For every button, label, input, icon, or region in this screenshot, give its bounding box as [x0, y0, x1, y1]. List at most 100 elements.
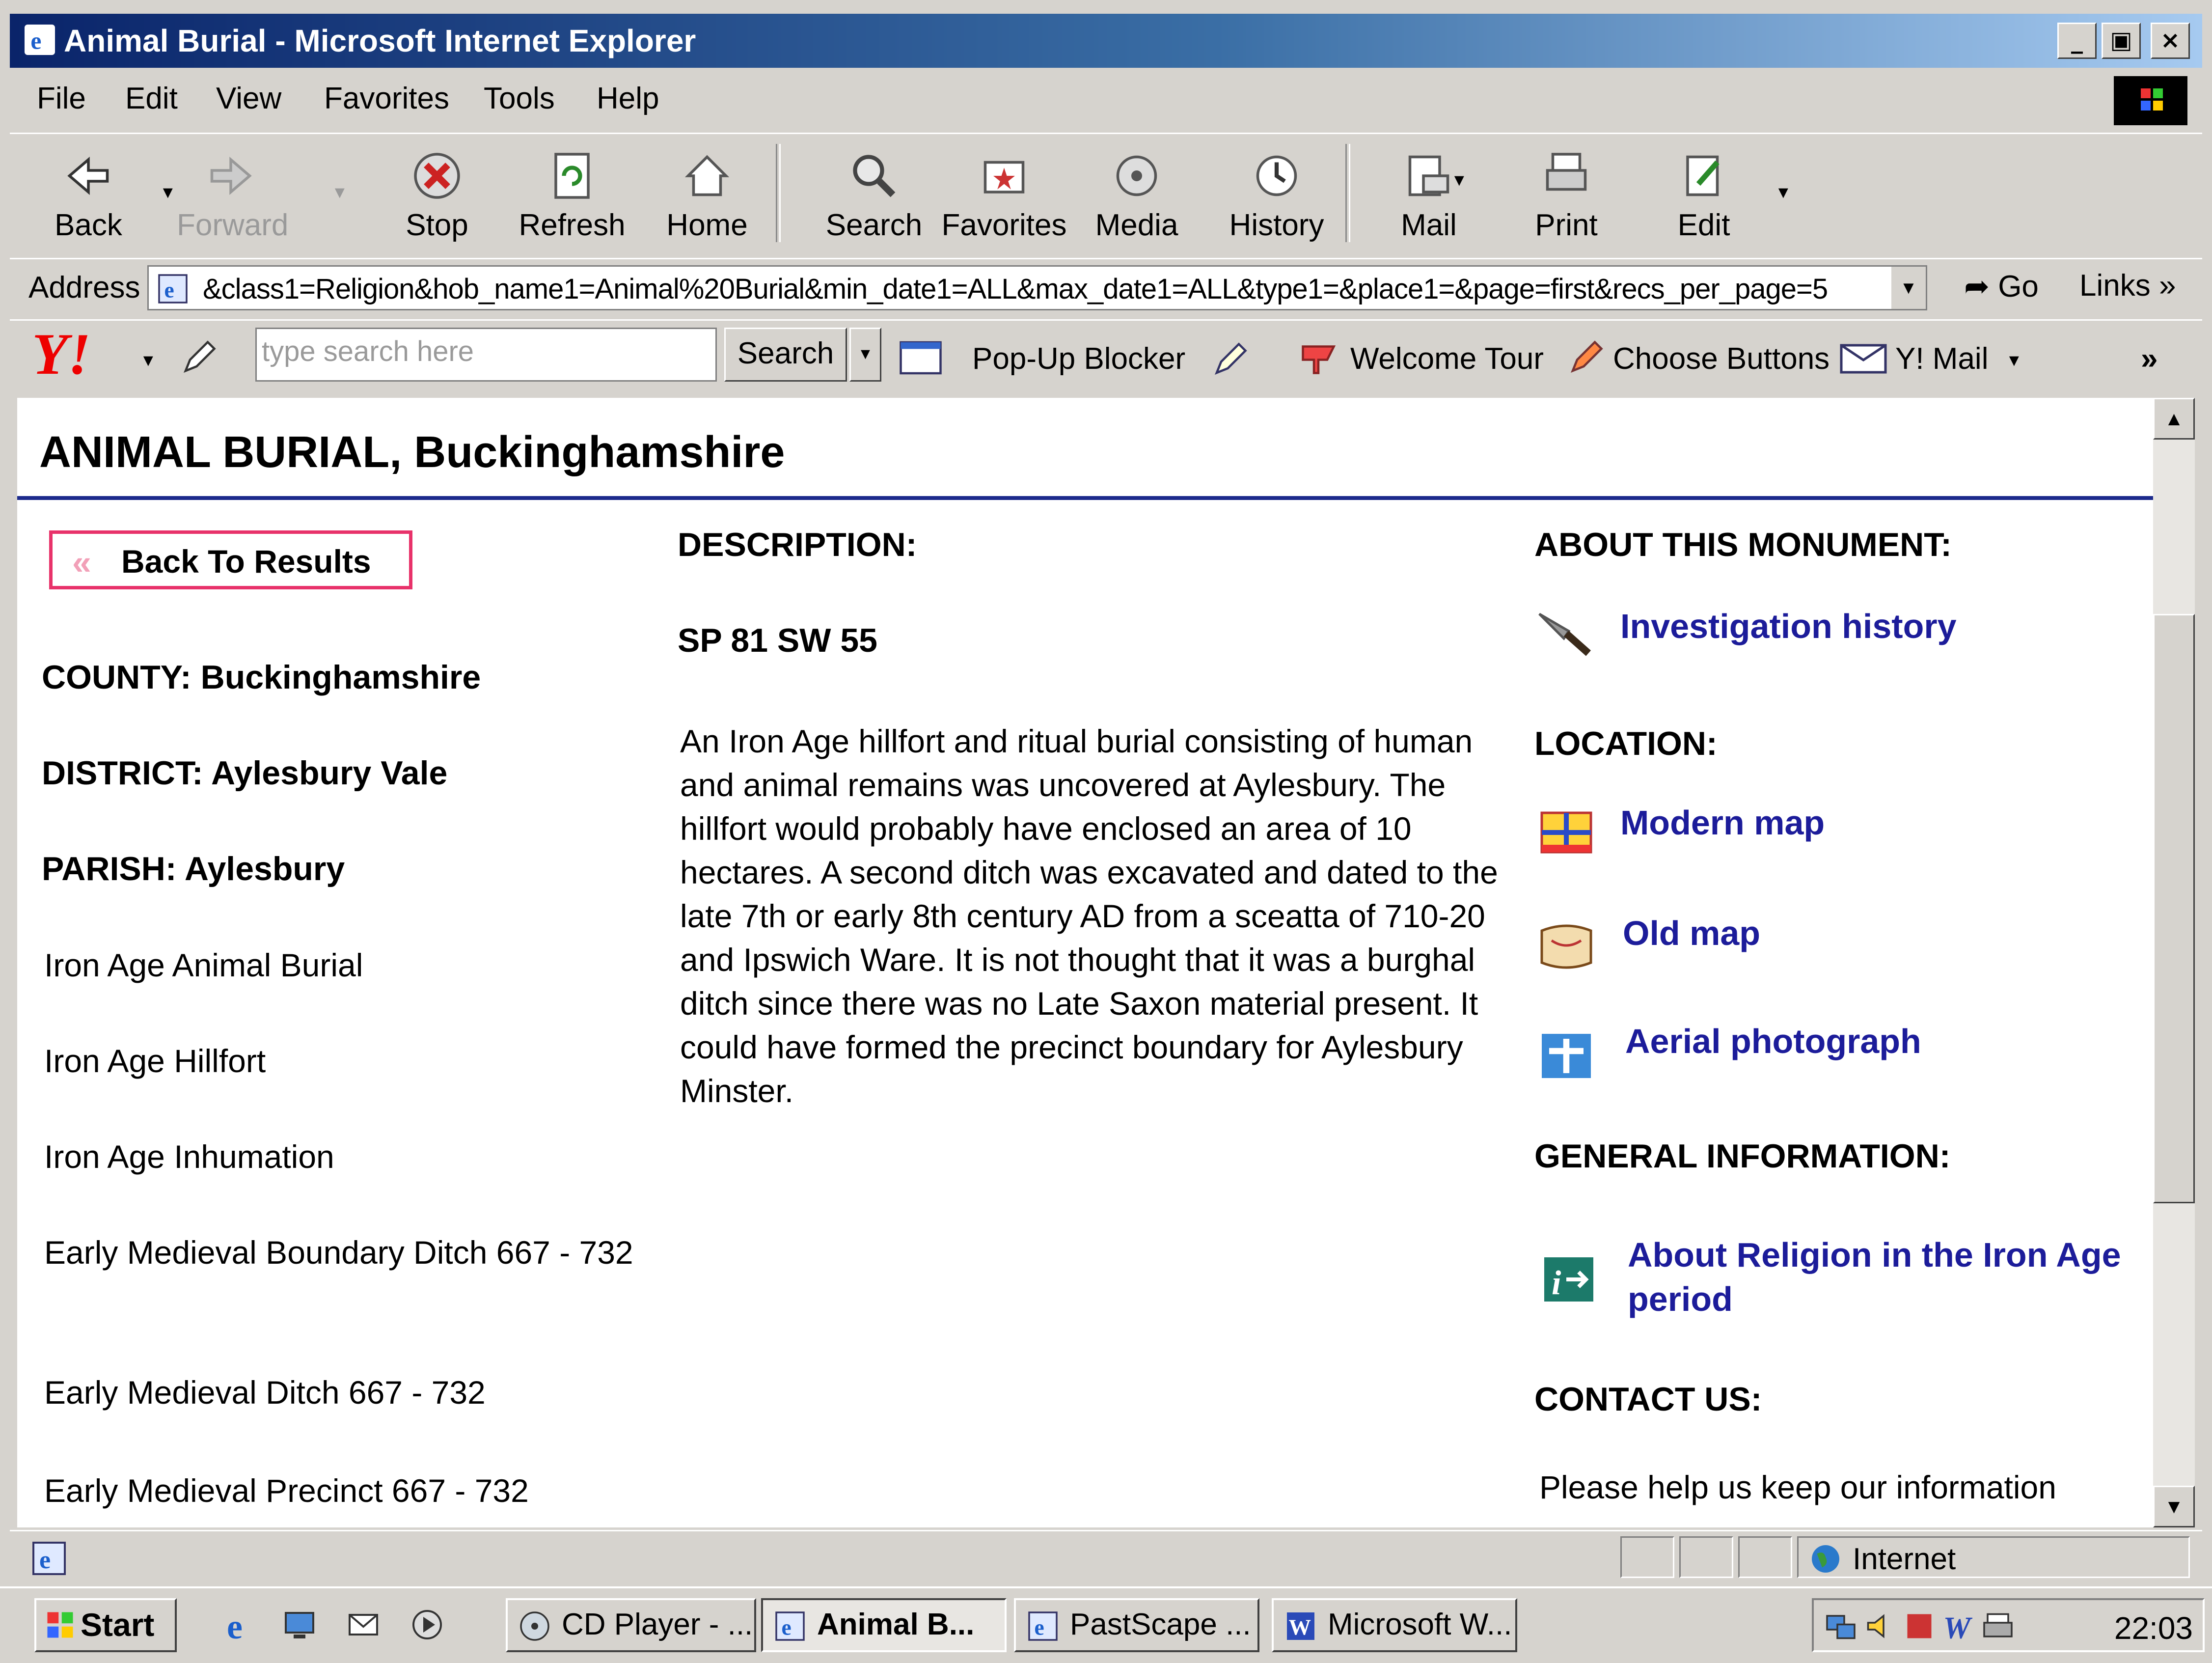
popup-window-icon — [900, 341, 942, 375]
menu-view[interactable]: View — [216, 81, 281, 116]
search-button[interactable]: Search — [810, 149, 938, 247]
network-tray-icon[interactable] — [1824, 1609, 1858, 1643]
address-url: &class1=Religion&hob_name1=Animal%20Buri… — [203, 273, 1828, 305]
search-dropdown-icon[interactable]: ▼ — [849, 328, 881, 382]
yahoo-search-input[interactable]: type search here — [255, 328, 717, 382]
stop-icon — [414, 153, 460, 199]
classification-item: Early Medieval Boundary Ditch 667 - 732 — [44, 1234, 633, 1271]
ie-task-icon: e — [1028, 1611, 1058, 1641]
menu-help[interactable]: Help — [597, 81, 659, 116]
home-button[interactable]: Home — [653, 149, 761, 247]
favorites-button[interactable]: Favorites — [938, 149, 1070, 247]
start-button[interactable]: Start — [34, 1598, 177, 1652]
back-arrow-icon — [67, 157, 109, 195]
scroll-up-icon[interactable]: ▲ — [2153, 398, 2195, 440]
task-animal-burial[interactable]: e Animal B... — [761, 1598, 1007, 1652]
title-bar[interactable]: e Animal Burial - Microsoft Internet Exp… — [10, 14, 2202, 68]
stop-label: Stop — [406, 208, 468, 242]
classification-item: Iron Age Hillfort — [44, 1043, 266, 1079]
close-button[interactable]: × — [2151, 23, 2190, 59]
menu-favorites[interactable]: Favorites — [324, 81, 449, 116]
edit-dropdown-icon[interactable]: ▼ — [1775, 183, 1792, 202]
maximize-button[interactable]: ▣ — [2102, 23, 2141, 59]
forward-button[interactable]: Forward — [177, 149, 289, 247]
classification-item: Early Medieval Precinct 667 - 732 — [44, 1472, 529, 1509]
pencil-icon[interactable] — [177, 335, 221, 380]
old-map-link[interactable]: Old map — [1623, 911, 1760, 955]
media-button[interactable]: Media — [1083, 149, 1191, 247]
yahoo-search-button[interactable]: Search — [724, 328, 847, 382]
classification-item: Early Medieval Ditch 667 - 732 — [44, 1374, 486, 1411]
mail-button[interactable]: Mail — [1375, 149, 1483, 247]
refresh-button[interactable]: Refresh — [518, 149, 626, 247]
history-button[interactable]: History — [1223, 149, 1331, 247]
back-button[interactable]: Back — [34, 149, 142, 247]
home-label: Home — [666, 208, 748, 242]
welcome-tour-icon — [1302, 345, 1336, 374]
info-icon: i — [1544, 1257, 1593, 1302]
security-zone-label: Internet — [1853, 1542, 1956, 1576]
page-icon: e — [158, 274, 188, 304]
quick-launch-desktop-icon[interactable] — [280, 1605, 319, 1644]
back-to-results-button[interactable]: « Back To Results — [49, 530, 412, 589]
stop-button[interactable]: Stop — [383, 149, 491, 247]
go-button[interactable]: ➦ Go — [1964, 268, 2039, 304]
district-field: DISTRICT: Aylesbury Vale — [42, 754, 448, 792]
classification-item: Iron Age Inhumation — [44, 1138, 334, 1175]
welcome-tour-button[interactable]: Welcome Tour — [1350, 341, 1544, 376]
mail-label: Mail — [1401, 208, 1457, 242]
address-input[interactable]: e &class1=Religion&hob_name1=Animal%20Bu… — [147, 265, 1927, 310]
aerial-photograph-link[interactable]: Aerial photograph — [1625, 1019, 1921, 1063]
print-button[interactable]: Print — [1512, 149, 1620, 247]
ie-icon: e — [25, 25, 55, 55]
quick-launch-outlook-icon[interactable] — [344, 1605, 383, 1644]
menu-edit[interactable]: Edit — [125, 81, 178, 116]
volume-icon[interactable] — [1863, 1609, 1897, 1643]
task-cd-player[interactable]: CD Player - ... — [506, 1598, 756, 1652]
address-dropdown-icon[interactable]: ▼ — [1890, 267, 1926, 309]
menu-file[interactable]: File — [37, 81, 86, 116]
forward-dropdown-icon[interactable]: ▼ — [331, 183, 348, 202]
highlighter-icon[interactable] — [1208, 337, 1252, 382]
media-label: Media — [1095, 208, 1178, 242]
choose-buttons-button[interactable]: Choose Buttons — [1613, 341, 1830, 376]
trowel-icon — [1538, 612, 1591, 656]
grid-reference: SP 81 SW 55 — [678, 622, 877, 659]
quick-launch-media-icon[interactable] — [408, 1605, 447, 1644]
task-microsoft-word[interactable]: W Microsoft W... — [1272, 1598, 1517, 1652]
links-button[interactable]: Links » — [2079, 268, 2176, 303]
svg-text:i: i — [1552, 1264, 1561, 1302]
popup-blocker-button[interactable]: Pop-Up Blocker — [972, 341, 1185, 376]
yahoo-logo[interactable]: Y! — [32, 325, 91, 384]
menu-tools[interactable]: Tools — [484, 81, 555, 116]
go-arrow-icon: ➦ — [1964, 270, 1998, 304]
vertical-scrollbar[interactable]: ▲ ▼ — [2153, 398, 2195, 1527]
about-religion-link[interactable]: About Religion in the Iron Age period — [1628, 1233, 2143, 1321]
task-pastscape[interactable]: e PastScape ... — [1014, 1598, 1259, 1652]
investigation-history-link[interactable]: Investigation history — [1620, 604, 1957, 648]
printer-tray-icon[interactable] — [1981, 1609, 2015, 1643]
minimize-button[interactable]: _ — [2057, 23, 2097, 59]
scroll-down-icon[interactable]: ▼ — [2153, 1486, 2195, 1527]
mail-dropdown-icon[interactable]: ▼ — [1451, 171, 1468, 190]
yahoo-mail-dropdown-icon[interactable]: ▼ — [2006, 351, 2022, 370]
globe-icon — [1812, 1545, 1839, 1573]
county-field: COUNTY: Buckinghamshire — [42, 659, 481, 696]
quick-launch-ie-icon[interactable]: e — [221, 1605, 260, 1644]
scroll-thumb[interactable] — [2153, 614, 2195, 1203]
page-status-icon: e — [32, 1542, 66, 1575]
modern-map-link[interactable]: Modern map — [1620, 801, 1825, 845]
svg-text:e: e — [39, 1546, 51, 1574]
yahoo-mail-button[interactable]: Y! Mail — [1895, 341, 1988, 376]
description-text: An Iron Age hillfort and ritual burial c… — [680, 723, 1498, 1109]
toolbar-separator — [776, 144, 781, 242]
yahoo-dropdown-icon[interactable]: ▼ — [140, 351, 157, 370]
status-bar: e Internet — [10, 1530, 2202, 1583]
back-dropdown-icon[interactable]: ▼ — [160, 183, 176, 202]
edit-button[interactable]: Edit — [1650, 149, 1758, 247]
word-tray-icon[interactable]: W — [1941, 1609, 1976, 1644]
search-label: Search — [825, 208, 923, 242]
tray-app-icon[interactable] — [1902, 1609, 1937, 1643]
forward-label: Forward — [177, 208, 289, 242]
toolbar-more-button[interactable]: » — [2141, 341, 2157, 376]
